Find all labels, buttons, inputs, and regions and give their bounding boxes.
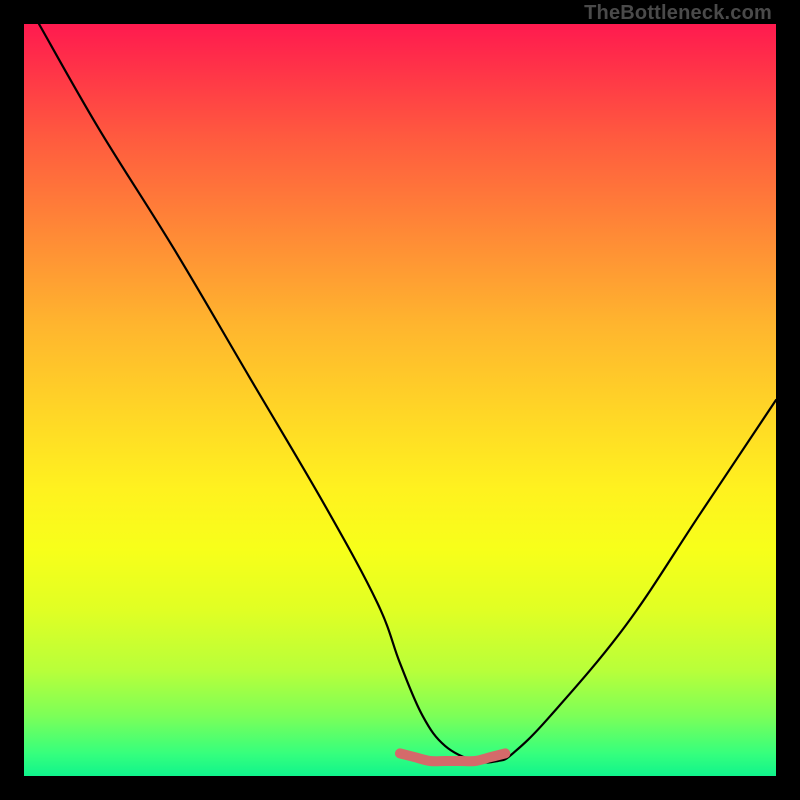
plot-area <box>24 24 776 776</box>
watermark-text: TheBottleneck.com <box>584 2 772 25</box>
chart-frame: TheBottleneck.com <box>0 0 800 800</box>
curve-layer <box>24 24 776 776</box>
flat-region-highlight <box>400 753 505 761</box>
bottleneck-curve <box>39 24 776 763</box>
